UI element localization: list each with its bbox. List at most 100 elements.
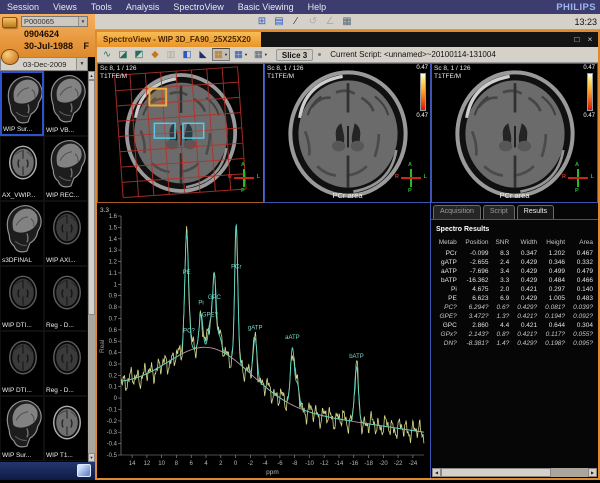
chevron-down-icon[interactable]: ▼ <box>76 58 87 70</box>
thumbnail-3[interactable]: AX_VWIP... <box>0 136 44 201</box>
thumbnail-4[interactable]: WIP REC... <box>44 136 88 201</box>
fitted-spectrum-line <box>121 225 424 432</box>
viewport-1[interactable]: Sc 8, 1 / 126T1TFE/MAPRL <box>97 63 264 203</box>
cell-metab: GPx? <box>433 330 459 339</box>
scroll-up-icon[interactable]: ▲ <box>88 71 95 80</box>
cell-area: 0.140 <box>567 285 595 294</box>
menu-spectroview[interactable]: SpectroView <box>166 0 230 14</box>
remote-desktop-icon[interactable] <box>77 464 91 477</box>
thumbnail-7[interactable]: WIP DTI... <box>0 266 44 331</box>
folder-icon[interactable]: ▤ <box>272 15 286 28</box>
printer-icon[interactable]: ▦ <box>340 15 354 28</box>
chevron-down-icon[interactable]: ▼ <box>224 52 228 57</box>
cell-snr: 3.3 <box>490 276 511 285</box>
viewport-2[interactable]: Sc 8, 1 / 126T1TFE/M0.470.47PCr areaAPRL <box>264 63 431 203</box>
thumbnail-11[interactable]: WIP Sur... <box>0 396 44 461</box>
spectrum-chart-icon[interactable]: ∿ <box>100 48 114 61</box>
thumbnail-9[interactable]: WIP DTI... <box>0 331 44 396</box>
restore-icon[interactable]: □ <box>572 34 582 45</box>
thumbnail-label: WIP VB... <box>46 127 74 134</box>
cell-area: 0.055? <box>567 330 595 339</box>
scroll-right-icon[interactable]: ▶ <box>588 468 597 477</box>
window-title-bar[interactable]: SpectroView - WIP 3D_FA90_25X25X20 □ × <box>97 32 598 47</box>
orientation-marker: APRL <box>232 166 256 190</box>
training-icon[interactable]: ◣ <box>196 48 210 61</box>
patient-sex: F <box>84 41 90 51</box>
table-grid-icon[interactable]: ▦▼ <box>252 48 270 61</box>
cell-position: 6.294? <box>459 303 491 312</box>
tab-script[interactable]: Script <box>483 205 515 219</box>
thumbnail-5[interactable]: s3DFINAL <box>0 201 44 266</box>
results-horizontal-scrollbar[interactable]: ◀ ▶ <box>432 468 597 477</box>
menu-help[interactable]: Help <box>301 0 334 14</box>
orientation-horizontal-axis <box>401 177 421 179</box>
orientation-right: R <box>395 174 399 180</box>
cell-metab: PE <box>433 294 459 303</box>
scrollbar-thumb[interactable] <box>88 80 95 315</box>
probe-icon[interactable]: ∕ <box>289 15 303 28</box>
peak-label: PE <box>183 270 191 276</box>
patient-record-icon[interactable] <box>1 49 19 65</box>
scroll-down-icon[interactable]: ▼ <box>88 453 95 462</box>
axial-brain-thumbnail <box>1 137 44 190</box>
selected-voxel-box[interactable] <box>149 89 166 106</box>
cell-metab: gATP <box>433 258 459 267</box>
tab-results[interactable]: Results <box>517 205 554 219</box>
spectrum-plot-svg[interactable]: 3.3Real1.61.51.41.31.21.110.90.80.70.60.… <box>97 203 430 478</box>
thumbnail-2[interactable]: WIP VB... <box>44 71 88 136</box>
orientation-posterior: P <box>408 188 412 194</box>
tab-acquisition[interactable]: Acquisition <box>433 205 481 219</box>
patient-id-combobox[interactable]: P000065 ▼ <box>21 16 88 27</box>
voxel-grid-icon[interactable]: ▦▼ <box>212 48 230 61</box>
slice-selector-button[interactable]: Slice 3 <box>276 49 313 61</box>
menu-views[interactable]: Views <box>46 0 84 14</box>
svg-text:0.3: 0.3 <box>109 362 118 368</box>
colorbar <box>420 73 426 111</box>
spectrum-panel[interactable]: 3.3Real1.61.51.41.31.21.110.90.80.70.60.… <box>97 203 430 478</box>
patient-number: 0904624 <box>24 29 59 39</box>
cell-area: 0.332 <box>567 258 595 267</box>
menu-analysis[interactable]: Analysis <box>119 0 167 14</box>
menu-session[interactable]: Session <box>0 0 46 14</box>
thumbnail-12[interactable]: WIP T1... <box>44 396 88 461</box>
thumbnail-8[interactable]: Reg - D... <box>44 266 88 331</box>
axial-brain-thumbnail <box>45 397 88 450</box>
close-icon[interactable]: × <box>585 34 595 45</box>
menu-tools[interactable]: Tools <box>84 0 119 14</box>
reference-voxel-box-left[interactable] <box>154 123 175 138</box>
study-date-value: 03-Dec-2009 <box>23 60 66 69</box>
colorbar-min-value: 0.47 <box>583 113 595 119</box>
svg-text:-2: -2 <box>248 461 254 467</box>
cell-width: 0.429? <box>511 303 539 312</box>
chevron-down-icon[interactable]: ▼ <box>264 52 268 57</box>
layout-grid-icon[interactable]: ⊞ <box>255 15 269 28</box>
thumbnail-1[interactable]: WIP Sur... <box>0 71 44 136</box>
spectrum-edit-icon[interactable]: ◩ <box>132 48 146 61</box>
peak-label: PCr <box>231 264 241 270</box>
svg-text:0.9: 0.9 <box>109 294 118 300</box>
mi-grid-icon[interactable]: ▦▼ <box>232 48 250 61</box>
table-row: gATP-2.6552.40.4290.3460.332 <box>433 258 595 267</box>
scroll-left-icon[interactable]: ◀ <box>432 468 441 477</box>
spectrum-export-icon[interactable]: ◆ <box>148 48 162 61</box>
thumbnail-10[interactable]: Reg - D... <box>44 331 88 396</box>
menu-basic-viewing[interactable]: Basic Viewing <box>231 0 301 14</box>
viewport-3[interactable]: Sc 8, 1 / 126T1TFE/M0.470.47PCr areaAPRL <box>431 63 598 203</box>
chevron-down-icon[interactable]: ▼ <box>244 52 248 57</box>
cell-width: 0.429 <box>511 294 539 303</box>
thumbnail-label: WIP Sur... <box>3 126 32 133</box>
image-settings-icon[interactable]: ◧ <box>180 48 194 61</box>
chevron-down-icon[interactable]: ▼ <box>78 17 87 26</box>
patient-folder-icon[interactable] <box>2 17 17 28</box>
cell-snr: 0.8? <box>490 330 511 339</box>
axial-brain-thumbnail <box>1 332 44 385</box>
window-title-tab: SpectroView - WIP 3D_FA90_25X25X20 <box>97 32 261 47</box>
spectrum-save-icon[interactable]: ◪ <box>116 48 130 61</box>
reference-voxel-box-right[interactable] <box>183 123 204 138</box>
scrollbar-thumb[interactable] <box>441 468 551 477</box>
thumbnail-scrollbar[interactable]: ▲ ▼ <box>88 71 95 462</box>
svg-text:-6: -6 <box>277 461 283 467</box>
thumbnail-6[interactable]: WIP AXI... <box>44 201 88 266</box>
cell-width: 0.429? <box>511 339 539 348</box>
colorbar-max-value: 0.47 <box>416 65 428 71</box>
